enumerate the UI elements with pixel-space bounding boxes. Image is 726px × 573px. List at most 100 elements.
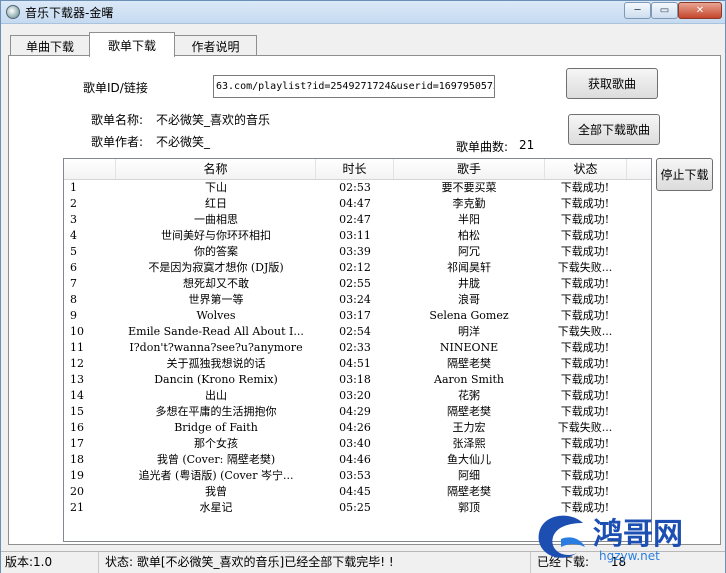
table-row[interactable]: 8 世界第一等 03:24 浪哥 下载成功! bbox=[64, 292, 651, 308]
row-index: 19 bbox=[70, 469, 84, 482]
column-header-name[interactable]: 名称 bbox=[116, 159, 316, 179]
stop-download-button[interactable]: 停止下载 bbox=[656, 158, 713, 191]
download-status: 下载成功! bbox=[560, 453, 610, 466]
table-row[interactable]: 15 多想在平庸的生活拥抱你 04:29 隔壁老樊 下载成功! bbox=[64, 404, 651, 420]
song-artist: 隔壁老樊 bbox=[447, 485, 491, 498]
song-duration: 02:47 bbox=[339, 213, 371, 226]
song-name: 那个女孩 bbox=[194, 437, 238, 450]
row-index: 7 bbox=[70, 277, 77, 290]
table-row[interactable]: 18 我曾 (Cover: 隔壁老樊) 04:46 鱼大仙儿 下载成功! bbox=[64, 452, 651, 468]
song-artist: NINEONE bbox=[439, 341, 499, 354]
song-artist: 明洋 bbox=[458, 325, 480, 338]
song-artist: 阿细 bbox=[458, 469, 480, 482]
download-status: 下载成功! bbox=[560, 229, 610, 242]
maximize-button[interactable]: ▭ bbox=[651, 2, 678, 19]
row-index: 5 bbox=[70, 245, 77, 258]
window-title: 音乐下载器-金曙 bbox=[25, 6, 114, 20]
song-name: I?don't?wanna?see?u?anymore bbox=[129, 341, 303, 354]
download-status: 下载失败... bbox=[557, 261, 613, 274]
table-row[interactable]: 11 I?don't?wanna?see?u?anymore 02:33 NINEON… bbox=[64, 340, 651, 356]
watermark-logo: 鸿哥网 hgzyw.net bbox=[531, 509, 721, 569]
download-status: 下载成功! bbox=[560, 373, 610, 386]
song-name: Emile Sande-Read All About I... bbox=[128, 325, 304, 338]
song-name: 水星记 bbox=[199, 501, 233, 514]
tab-single-download[interactable]: 单曲下载 bbox=[10, 35, 90, 57]
title-bar[interactable]: 音乐下载器-金曙 ─ ▭ ✕ bbox=[1, 1, 725, 24]
download-status: 下载成功! bbox=[560, 245, 610, 258]
playlist-count-label: 歌单曲数: bbox=[456, 140, 509, 154]
playlist-count-value: 21 bbox=[519, 138, 535, 152]
table-row[interactable]: 17 那个女孩 03:40 张泽熙 下载成功! bbox=[64, 436, 651, 452]
table-row[interactable]: 19 追光者 (粤语版) (Cover 岑宁... 03:53 阿细 下载成功! bbox=[64, 468, 651, 484]
playlist-author-value: 不必微笑_ bbox=[156, 135, 211, 149]
column-header-artist[interactable]: 歌手 bbox=[394, 159, 545, 179]
table-row[interactable]: 20 我曾 04:45 隔壁老樊 下载成功! bbox=[64, 484, 651, 500]
song-name: Dancin (Krono Remix) bbox=[154, 373, 278, 386]
song-name: 关于孤独我想说的话 bbox=[166, 357, 266, 370]
song-name: 一曲相思 bbox=[194, 213, 238, 226]
row-index: 12 bbox=[70, 357, 84, 370]
playlist-id-input[interactable]: 63.com/playlist?id=2549271724&userid=169… bbox=[213, 75, 495, 98]
song-name: 想死却又不敢 bbox=[183, 277, 249, 290]
table-row[interactable]: 10 Emile Sande-Read All About I... 02:54 明洋… bbox=[64, 324, 651, 340]
download-status: 下载成功! bbox=[560, 357, 610, 370]
column-header-status[interactable]: 状态 bbox=[545, 159, 627, 179]
column-header-index[interactable] bbox=[64, 159, 116, 179]
download-status: 下载成功! bbox=[560, 277, 610, 290]
song-list-rows: 1 下山 02:53 要不要买菜 下载成功! 2 红日 04:47 李克勤 下载成功! 3 一曲相思 0… bbox=[64, 180, 651, 516]
song-duration: 04:26 bbox=[339, 421, 371, 434]
table-row[interactable]: 4 世间美好与你环环相扣 03:11 柏松 下载成功! bbox=[64, 228, 651, 244]
table-row[interactable]: 14 出山 03:20 花粥 下载成功! bbox=[64, 388, 651, 404]
song-name: 世界第一等 bbox=[188, 293, 244, 306]
song-artist: 隔壁老樊 bbox=[447, 405, 491, 418]
song-duration: 03:11 bbox=[339, 229, 371, 242]
status-message: 状态: 歌单[不必微笑_喜欢的音乐]已经全部下载完毕! ! bbox=[101, 552, 531, 573]
minimize-button[interactable]: ─ bbox=[624, 2, 651, 19]
table-row[interactable]: 13 Dancin (Krono Remix) 03:18 Aaron Smith 下载… bbox=[64, 372, 651, 388]
table-row[interactable]: 2 红日 04:47 李克勤 下载成功! bbox=[64, 196, 651, 212]
song-duration: 03:39 bbox=[339, 245, 371, 258]
song-artist: 郭顶 bbox=[458, 501, 480, 514]
song-duration: 05:25 bbox=[339, 501, 371, 514]
tab-author-info[interactable]: 作者说明 bbox=[174, 35, 257, 57]
close-button[interactable]: ✕ bbox=[678, 2, 722, 19]
playlist-name-label: 歌单名称: bbox=[91, 113, 144, 127]
download-all-button[interactable]: 全部下载歌曲 bbox=[568, 114, 660, 145]
app-window: 音乐下载器-金曙 ─ ▭ ✕ 单曲下载 歌单下载 作者说明 歌单ID/链接 63… bbox=[0, 0, 726, 573]
row-index: 1 bbox=[70, 181, 77, 194]
song-duration: 02:55 bbox=[339, 277, 371, 290]
row-index: 10 bbox=[70, 325, 84, 338]
download-status: 下载成功! bbox=[560, 389, 610, 402]
song-duration: 03:24 bbox=[339, 293, 371, 306]
table-row[interactable]: 1 下山 02:53 要不要买菜 下载成功! bbox=[64, 180, 651, 196]
song-duration: 03:17 bbox=[339, 309, 371, 322]
row-index: 4 bbox=[70, 229, 77, 242]
song-artist: 张泽熙 bbox=[452, 437, 486, 450]
table-row[interactable]: 7 想死却又不敢 02:55 井胧 下载成功! bbox=[64, 276, 651, 292]
table-row[interactable]: 12 关于孤独我想说的话 04:51 隔壁老樊 下载成功! bbox=[64, 356, 651, 372]
song-duration: 02:12 bbox=[339, 261, 371, 274]
song-duration: 04:47 bbox=[339, 197, 371, 210]
song-list[interactable]: 名称 时长 歌手 状态 1 下山 02:53 要不要买菜 下载成功! 2 红日 04:47 李克… bbox=[63, 158, 652, 542]
download-status: 下载成功! bbox=[560, 469, 610, 482]
song-name: 下山 bbox=[205, 181, 227, 194]
song-duration: 04:51 bbox=[339, 357, 371, 370]
playlist-author-label: 歌单作者: bbox=[91, 135, 144, 149]
table-row[interactable]: 5 你的答案 03:39 阿冗 下载成功! bbox=[64, 244, 651, 260]
table-row[interactable]: 9 Wolves 03:17 Selena Gomez 下载成功! bbox=[64, 308, 651, 324]
song-artist: 井胧 bbox=[458, 277, 480, 290]
column-header-duration[interactable]: 时长 bbox=[316, 159, 394, 179]
song-name: 多想在平庸的生活拥抱你 bbox=[155, 405, 277, 418]
row-index: 21 bbox=[70, 501, 84, 514]
song-artist: 祁闻昊轩 bbox=[447, 261, 491, 274]
song-duration: 02:53 bbox=[339, 181, 371, 194]
fetch-songs-button[interactable]: 获取歌曲 bbox=[566, 68, 658, 99]
table-row[interactable]: 3 一曲相思 02:47 半阳 下载成功! bbox=[64, 212, 651, 228]
song-name: 我曾 bbox=[205, 485, 227, 498]
tab-playlist-download[interactable]: 歌单下载 bbox=[89, 32, 175, 57]
song-duration: 03:20 bbox=[339, 389, 371, 402]
song-name: 追光者 (粤语版) (Cover 岑宁... bbox=[138, 469, 294, 482]
table-row[interactable]: 6 不是因为寂寞才想你 (DJ版) 02:12 祁闻昊轩 下载失败... bbox=[64, 260, 651, 276]
table-row[interactable]: 16 Bridge of Faith 04:26 王力宏 下载失败... bbox=[64, 420, 651, 436]
watermark-swirl-icon bbox=[538, 515, 585, 558]
